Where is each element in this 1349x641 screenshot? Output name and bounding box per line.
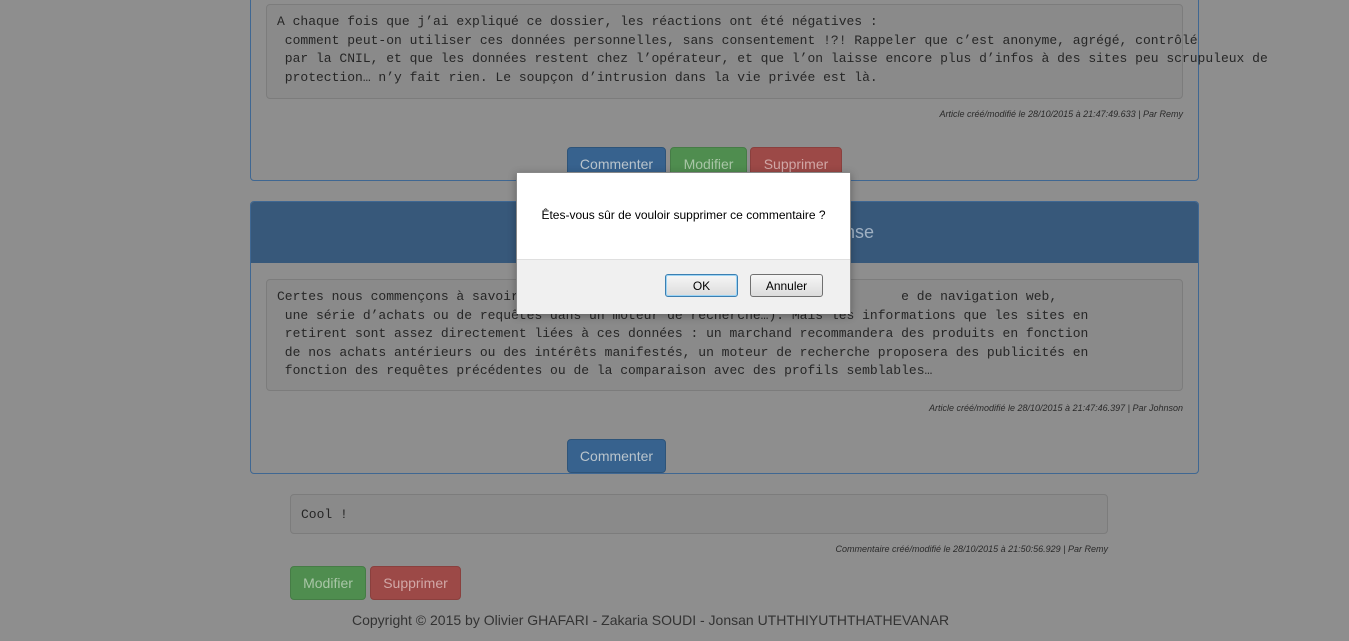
cancel-button[interactable]: Annuler bbox=[750, 274, 823, 297]
article-1-meta: Article créé/modifié le 28/10/2015 à 21:… bbox=[939, 109, 1183, 119]
article-1-body: A chaque fois que j’ai expliqué ce dossi… bbox=[266, 4, 1268, 99]
comment-meta: Commentaire créé/modifié le 28/10/2015 à… bbox=[835, 544, 1109, 554]
confirm-dialog: Êtes-vous sûr de vouloir supprimer ce co… bbox=[516, 172, 851, 314]
ok-button[interactable]: OK bbox=[665, 274, 738, 297]
comment-button[interactable]: Commenter bbox=[567, 439, 666, 473]
comment-edit-button[interactable]: Modifier bbox=[290, 566, 366, 600]
footer-copyright: Copyright © 2015 by Olivier GHAFARI - Za… bbox=[352, 612, 950, 628]
dialog-footer: OK Annuler bbox=[517, 259, 850, 314]
comment-body: Cool ! bbox=[290, 494, 1108, 534]
comment-delete-button[interactable]: Supprimer bbox=[370, 566, 461, 600]
article-2-meta: Article créé/modifié le 28/10/2015 à 21:… bbox=[928, 403, 1183, 413]
dialog-message: Êtes-vous sûr de vouloir supprimer ce co… bbox=[541, 208, 826, 222]
article-panel-1: A chaque fois que j’ai expliqué ce dossi… bbox=[250, 0, 1268, 181]
